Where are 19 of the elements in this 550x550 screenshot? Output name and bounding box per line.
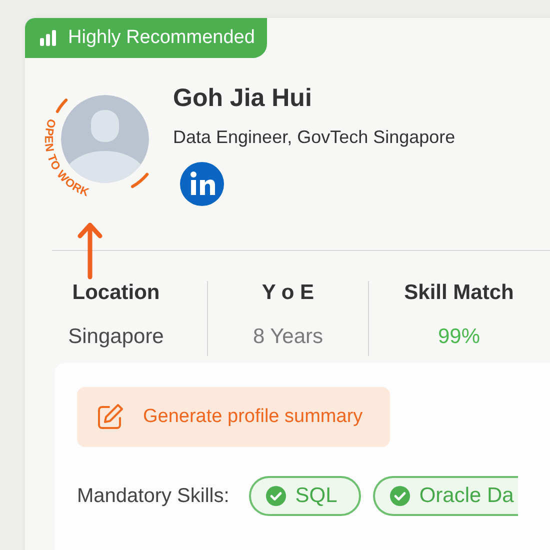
stat-value: 8 Years <box>252 325 324 349</box>
stat-value: 99% <box>438 325 480 349</box>
skill-chip: Oracle Da <box>373 476 518 516</box>
check-circle-icon <box>390 486 410 506</box>
job-title: Data Engineer, GovTech Singapore <box>173 127 456 148</box>
stat-label: Skill Match <box>404 281 514 305</box>
stat-label: Y o E <box>262 281 314 305</box>
signal-bars-icon <box>40 30 58 46</box>
skill-chip: SQL <box>249 476 362 516</box>
check-circle-icon <box>266 486 286 506</box>
candidate-name: Goh Jia Hui <box>173 84 313 113</box>
stat-value: Singapore <box>68 325 164 349</box>
linkedin-icon[interactable] <box>180 162 224 206</box>
generate-summary-button[interactable]: Generate profile summary <box>77 387 390 447</box>
mandatory-skills-label: Mandatory Skills: <box>77 484 230 508</box>
edit-icon <box>95 402 125 432</box>
stat-label: Location <box>72 281 160 305</box>
up-arrow-icon <box>77 221 103 281</box>
badge-label: Highly Recommended <box>68 27 255 49</box>
